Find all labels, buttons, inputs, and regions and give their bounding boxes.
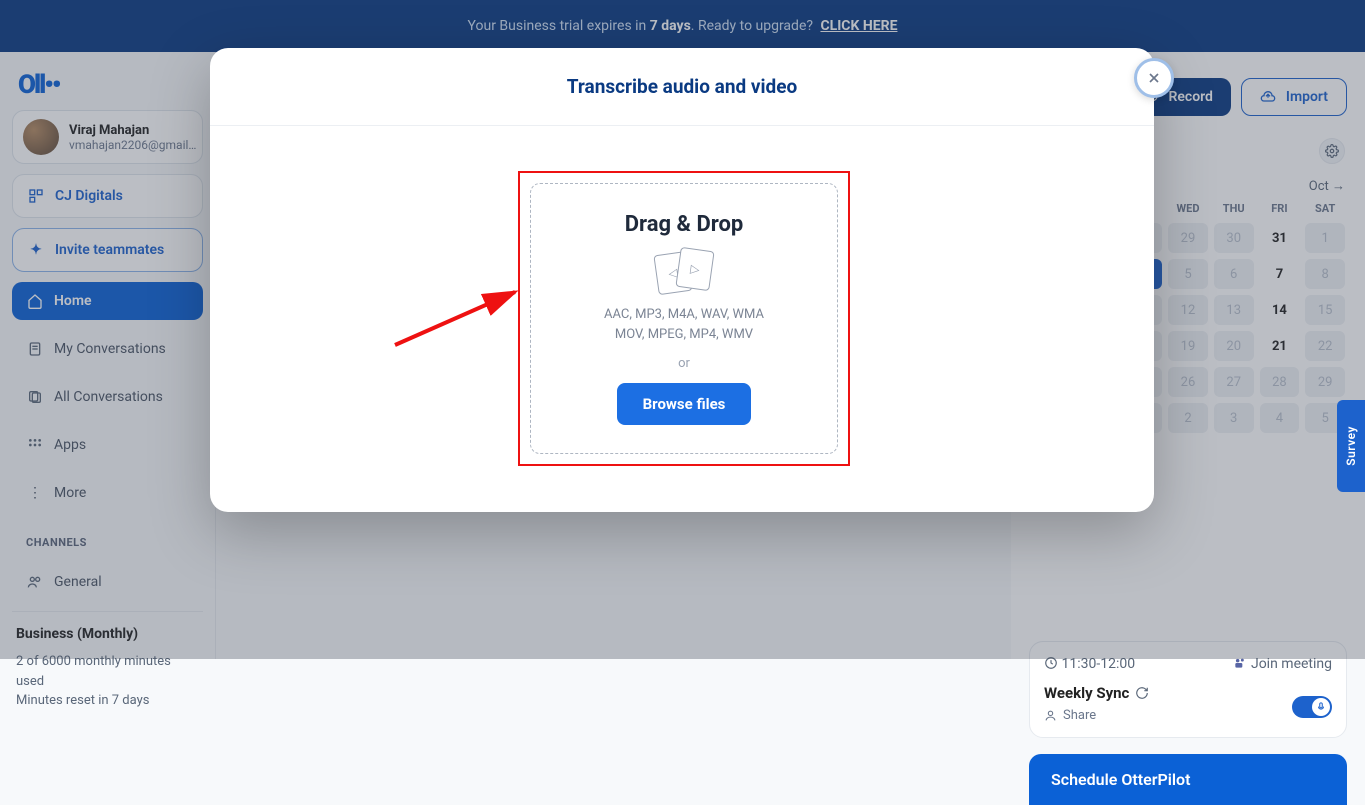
survey-label: Survey — [1344, 426, 1358, 466]
otterpilot-toggle[interactable] — [1292, 696, 1332, 718]
dropzone-illustration: ◁ ▷ — [644, 249, 724, 293]
usage-line-reset: Minutes reset in 7 days — [16, 691, 199, 711]
modal-close-button[interactable] — [1134, 58, 1174, 98]
modal-title: Transcribe audio and video — [567, 75, 797, 98]
meeting-title: Weekly Sync — [1044, 684, 1332, 702]
close-icon — [1146, 70, 1162, 86]
dropzone-formats: AAC, MP3, M4A, WAV, WMA MOV, MPEG, MP4, … — [604, 305, 764, 344]
person-icon — [1044, 709, 1057, 722]
dropzone-or: or — [678, 356, 690, 371]
survey-feedback-tab[interactable]: Survey — [1337, 400, 1365, 492]
dropzone[interactable]: Drag & Drop ◁ ▷ AAC, MP3, M4A, WAV, WMA … — [530, 183, 838, 454]
toggle-knob — [1312, 698, 1330, 716]
dropzone-title: Drag & Drop — [625, 212, 744, 237]
schedule-otterpilot-button[interactable]: Schedule OtterPilot — [1029, 754, 1347, 805]
mic-icon — [1316, 702, 1326, 712]
refresh-icon — [1135, 686, 1149, 700]
annotation-highlight-box: Drag & Drop ◁ ▷ AAC, MP3, M4A, WAV, WMA … — [518, 171, 850, 466]
browse-files-button[interactable]: Browse files — [617, 383, 752, 425]
share-row[interactable]: Share — [1044, 708, 1332, 723]
